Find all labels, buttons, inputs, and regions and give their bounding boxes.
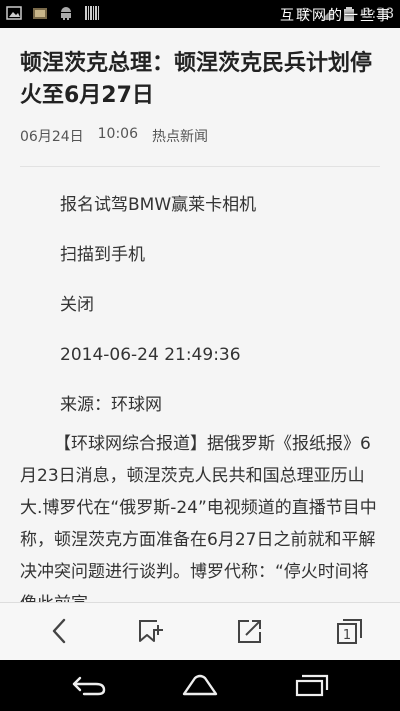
- article-category[interactable]: 热点新闻: [152, 126, 208, 146]
- article-source: 来源：环球网: [60, 395, 162, 415]
- tab-count: 1: [343, 628, 351, 643]
- article-lines: 报名试驾BMW赢莱卡相机 扫描到手机 关闭 2014-06-24 21:49:3…: [60, 180, 256, 430]
- nav-home-button[interactable]: [180, 668, 220, 702]
- share-button[interactable]: [232, 613, 268, 649]
- article-date: 06月24日: [20, 129, 84, 145]
- nav-back-button[interactable]: [69, 668, 109, 702]
- nav-recents-button[interactable]: [292, 668, 332, 702]
- article-body: 【环球网综合报道】据俄罗斯《报纸报》6月23日消息，顿涅茨克人民共和国总理亚历山…: [20, 434, 377, 602]
- publish-datetime: 2014-06-24 21:49:36: [60, 345, 241, 365]
- tabs-icon: 1: [337, 619, 362, 644]
- nav-home-icon: [182, 674, 218, 696]
- image-icon: [6, 6, 22, 20]
- watermark: 互联网的一些事: [280, 8, 392, 24]
- bookmark-button[interactable]: [132, 613, 168, 649]
- bookmark-add-icon: [139, 620, 163, 642]
- photo-icon: [33, 8, 47, 19]
- android-icon: [61, 7, 71, 20]
- notification-icons: [6, 5, 100, 21]
- browser-toolbar: 1: [0, 602, 400, 661]
- ad-link[interactable]: 报名试驾BMW赢莱卡相机: [60, 180, 256, 230]
- divider: [20, 166, 380, 167]
- share-icon: [238, 620, 261, 643]
- article-page[interactable]: 顿涅茨克总理：顿涅茨克民兵计划停火至6月27日 06月24日 10:06 热点新…: [0, 28, 400, 602]
- scan-to-phone-link[interactable]: 扫描到手机: [60, 230, 256, 280]
- back-button[interactable]: [42, 613, 78, 649]
- back-icon: [52, 618, 66, 644]
- barcode-icon: [85, 6, 99, 20]
- nav-recents-icon: [295, 674, 329, 697]
- close-link[interactable]: 关闭: [60, 280, 256, 330]
- tabs-button[interactable]: 1: [332, 613, 368, 649]
- article-time: 10:06: [97, 126, 138, 142]
- nav-back-icon: [72, 676, 106, 696]
- status-bar: 0:38 互联网的一些事: [0, 0, 400, 28]
- navigation-bar: [0, 660, 400, 711]
- article-meta: 06月24日 10:06 热点新闻: [20, 126, 208, 146]
- article-title: 顿涅茨克总理：顿涅茨克民兵计划停火至6月27日: [20, 51, 373, 108]
